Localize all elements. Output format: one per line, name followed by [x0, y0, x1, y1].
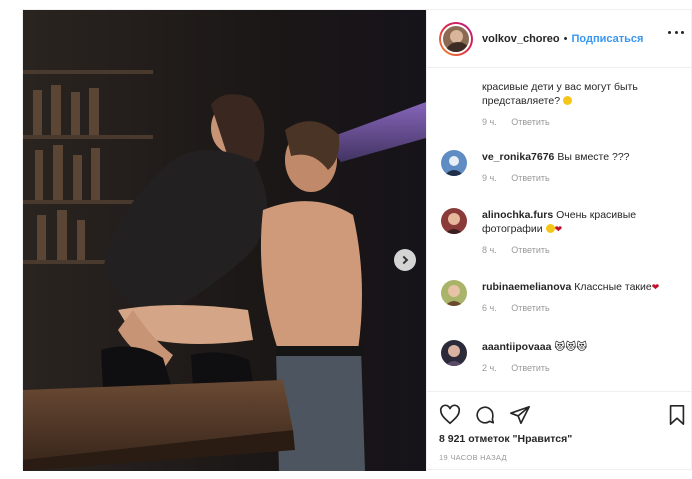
author-avatar[interactable]	[439, 21, 473, 56]
comment-meta: 8 ч. Ответить	[482, 245, 686, 255]
comment-text: ve_ronika7676 Вы вместе ???	[482, 151, 630, 163]
reply-button[interactable]: Ответить	[511, 245, 549, 255]
commenter-avatar[interactable]	[441, 280, 467, 306]
comment-time: 9 ч.	[482, 117, 497, 127]
post-sidebar: volkov_choreo • Подписаться красивые дет…	[426, 10, 692, 471]
share-icon[interactable]	[509, 404, 531, 426]
comment-item: alinochka.furs Очень красивые фотографии…	[441, 208, 686, 255]
comment-meta: 9 ч. Ответить	[482, 117, 686, 127]
heart-emoji-icon: ❤	[554, 224, 563, 234]
commenter-avatar[interactable]	[441, 150, 467, 176]
commenter-avatar[interactable]	[441, 340, 467, 366]
comment-time: 8 ч.	[482, 245, 497, 255]
commenter-username[interactable]: rubinaemelianova	[482, 281, 571, 293]
comment-text: красивые дети у вас могут быть представл…	[482, 81, 638, 107]
smile-emoji-icon	[545, 224, 555, 233]
heart-icon[interactable]	[439, 404, 461, 426]
likes-count[interactable]: 8 921 отметок "Нравится"	[439, 433, 572, 445]
chevron-right-icon	[399, 255, 408, 265]
follow-button[interactable]: Подписаться	[572, 33, 644, 45]
comment-time: 6 ч.	[482, 303, 497, 313]
comment-meta: 9 ч. Ответить	[482, 173, 686, 183]
comment-text: rubinaemelianova Классные такие❤	[482, 281, 660, 293]
comment-item: aaantiipovaaa 😻😻😻 2 ч. Ответить	[441, 340, 686, 373]
comment-text: alinochka.furs Очень красивые фотографии…	[482, 209, 637, 235]
comment-time: 2 ч.	[482, 363, 497, 373]
more-options-icon[interactable]	[668, 31, 684, 35]
reply-button[interactable]: Ответить	[511, 303, 549, 313]
comment-item: ve_ronika7676 Вы вместе ??? 9 ч. Ответит…	[441, 150, 686, 183]
bookmark-icon[interactable]	[666, 404, 688, 426]
reply-button[interactable]: Ответить	[511, 173, 549, 183]
action-icons	[439, 404, 531, 426]
reply-button[interactable]: Ответить	[511, 363, 549, 373]
author-username[interactable]: volkov_choreo	[482, 33, 560, 45]
commenter-username[interactable]: alinochka.furs	[482, 209, 553, 221]
post-header: volkov_choreo • Подписаться	[427, 10, 692, 68]
comment-item: красивые дети у вас могут быть представл…	[441, 80, 686, 127]
comment-item: rubinaemelianova Классные такие❤ 6 ч. От…	[441, 280, 686, 313]
smile-emoji-icon	[562, 96, 572, 105]
comments-list: красивые дети у вас могут быть представл…	[427, 68, 692, 391]
comment-text: aaantiipovaaa 😻😻😻	[482, 341, 588, 353]
comment-meta: 2 ч. Ответить	[482, 363, 686, 373]
header-separator: •	[563, 32, 568, 45]
commenter-username[interactable]: ve_ronika7676	[482, 151, 554, 163]
reply-button[interactable]: Ответить	[511, 117, 549, 127]
post-timestamp: 19 ЧАСОВ НАЗАД	[439, 453, 507, 462]
photo-illustration	[23, 10, 426, 471]
comment-icon[interactable]	[474, 404, 496, 426]
commenter-username[interactable]: aaantiipovaaa	[482, 341, 551, 353]
post-photo[interactable]	[23, 10, 426, 471]
comment-meta: 6 ч. Ответить	[482, 303, 686, 313]
post-actions: 8 921 отметок "Нравится" 19 ЧАСОВ НАЗАД	[427, 391, 692, 471]
next-photo-button[interactable]	[394, 249, 416, 271]
commenter-avatar[interactable]	[441, 208, 467, 234]
comment-time: 9 ч.	[482, 173, 497, 183]
heart-emoji-icon: ❤	[651, 282, 660, 292]
instagram-post: volkov_choreo • Подписаться красивые дет…	[22, 9, 692, 471]
